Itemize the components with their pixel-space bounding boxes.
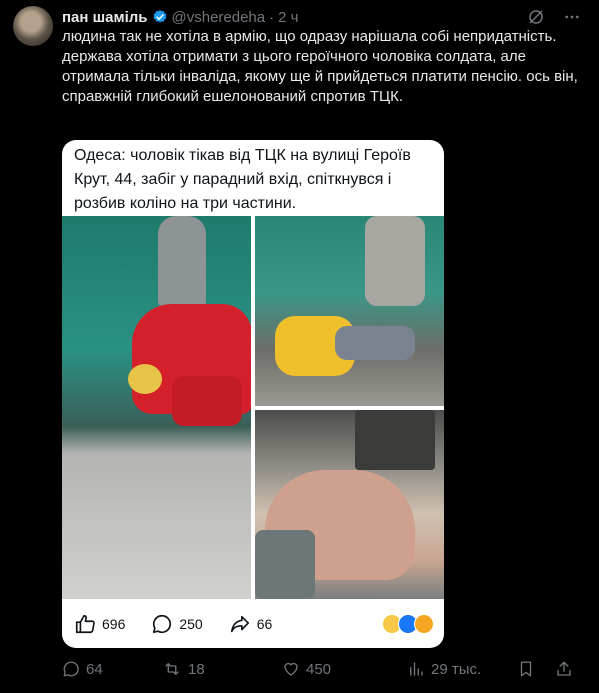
bookmark-icon bbox=[520, 661, 532, 677]
grok-icon[interactable] bbox=[527, 8, 545, 26]
post-time[interactable]: 2 ч bbox=[278, 9, 298, 26]
views-action[interactable]: 29 тыс. bbox=[407, 660, 517, 678]
quoted-card[interactable]: Одеса: чоловік тікав від ТЦК на вулиці Г… bbox=[62, 140, 444, 648]
repost-icon bbox=[165, 663, 179, 675]
tweet-text: людина так не хотіла в армію, що одразу … bbox=[62, 28, 578, 105]
avatar[interactable] bbox=[13, 6, 53, 46]
header-actions bbox=[527, 8, 581, 26]
comment-bubble-icon bbox=[153, 614, 172, 634]
views-chart-icon bbox=[410, 662, 423, 676]
thumbs-up-icon bbox=[75, 614, 95, 634]
share-arrow-icon bbox=[230, 615, 249, 633]
share-action[interactable] bbox=[555, 660, 573, 678]
card-comment-action[interactable]: 250 bbox=[151, 613, 203, 635]
like-count: 450 bbox=[306, 660, 332, 678]
card-comment-count: 250 bbox=[179, 616, 203, 632]
tweet-header: пан шаміль @vsheredeha · 2 ч bbox=[62, 6, 298, 28]
photo-2[interactable] bbox=[255, 216, 444, 406]
author-handle[interactable]: @vsheredeha bbox=[172, 9, 266, 26]
tweet-actions: 64 18 450 29 тыс. bbox=[62, 660, 587, 678]
repost-count: 18 bbox=[188, 660, 205, 678]
author-name[interactable]: пан шаміль bbox=[62, 9, 148, 26]
more-options-icon[interactable] bbox=[563, 8, 581, 26]
photo-3[interactable] bbox=[255, 410, 444, 599]
repost-action[interactable]: 18 bbox=[162, 660, 282, 678]
reply-action[interactable]: 64 bbox=[62, 660, 162, 678]
verified-badge-icon bbox=[153, 10, 166, 23]
like-action[interactable]: 450 bbox=[282, 660, 407, 678]
bookmark-action[interactable] bbox=[517, 660, 555, 678]
card-actions: 696 250 66 bbox=[74, 611, 434, 637]
heart-icon bbox=[284, 662, 298, 676]
wow-face-icon bbox=[414, 614, 434, 634]
card-share-action[interactable]: 66 bbox=[229, 613, 273, 635]
share-icon bbox=[557, 661, 571, 676]
card-text: Одеса: чоловік тікав від ТЦК на вулиці Г… bbox=[74, 147, 411, 212]
reply-count: 64 bbox=[86, 660, 103, 678]
reactions[interactable] bbox=[382, 614, 434, 634]
card-share-count: 66 bbox=[256, 616, 273, 632]
card-like-count: 696 bbox=[102, 616, 126, 632]
card-like-action[interactable]: 696 bbox=[74, 613, 125, 635]
reply-icon bbox=[63, 661, 79, 677]
photo-1[interactable] bbox=[62, 216, 251, 599]
separator-dot: · bbox=[269, 8, 275, 26]
views-count: 29 тыс. bbox=[431, 660, 482, 678]
